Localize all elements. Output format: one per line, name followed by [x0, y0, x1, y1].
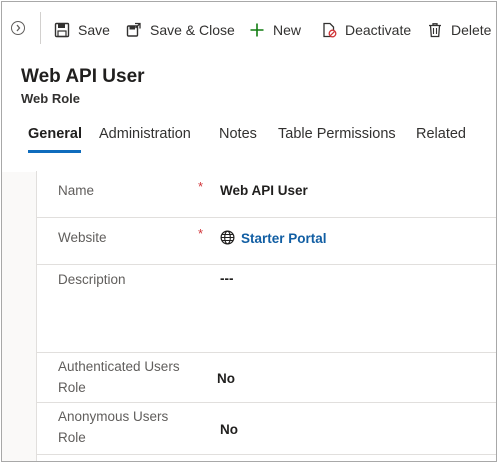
save-label: Save [78, 22, 110, 38]
general-section: Name * Web API User Website * Starter Po… [36, 171, 496, 461]
save-icon [54, 22, 70, 38]
globe-icon [220, 230, 235, 250]
authenticated-users-role-value[interactable]: No [217, 371, 235, 386]
chevron-right-icon [16, 24, 21, 32]
save-close-icon [126, 22, 142, 38]
description-input[interactable]: --- [220, 271, 234, 286]
required-indicator: * [198, 226, 204, 241]
tab-related[interactable]: Related [416, 126, 466, 142]
anonymous-users-role-row: Anonymous Users Role No [37, 402, 496, 455]
website-lookup-link[interactable]: Starter Portal [241, 231, 327, 246]
new-button[interactable]: New [249, 20, 301, 40]
name-input[interactable]: Web API User [220, 183, 308, 198]
authenticated-users-role-label: Authenticated Users Role [58, 359, 180, 395]
deactivate-icon [321, 22, 337, 38]
entity-type-label: Web Role [21, 91, 80, 106]
anonymous-users-role-label: Anonymous Users Role [58, 409, 169, 445]
website-field-row: Website * Starter Portal [37, 217, 496, 265]
save-button[interactable]: Save [54, 20, 110, 40]
description-label: Description [58, 272, 126, 287]
authenticated-users-role-row: Authenticated Users Role No [37, 352, 496, 403]
command-bar: Save Save & Close New Deactivate Delete [2, 2, 496, 55]
save-close-button[interactable]: Save & Close [126, 20, 235, 40]
tab-administration[interactable]: Administration [99, 126, 191, 142]
name-label: Name [58, 183, 95, 198]
website-label: Website [58, 230, 107, 245]
tab-table-permissions[interactable]: Table Permissions [278, 126, 396, 142]
required-indicator: * [198, 179, 204, 194]
name-field-row: Name * Web API User [37, 171, 496, 218]
plus-icon [249, 22, 265, 38]
toolbar-divider [40, 12, 41, 44]
expand-nav-button[interactable] [11, 21, 25, 35]
deactivate-label: Deactivate [345, 22, 412, 38]
active-tab-indicator [28, 150, 81, 153]
new-label: New [273, 22, 302, 38]
form-window: Save Save & Close New Deactivate Delete … [1, 1, 497, 462]
delete-button[interactable]: Delete [427, 20, 491, 40]
delete-label: Delete [451, 22, 492, 38]
description-field-row: Description --- [37, 264, 496, 353]
page-title: Web API User [21, 66, 145, 87]
save-close-label: Save & Close [150, 22, 235, 38]
anonymous-users-role-value[interactable]: No [220, 422, 238, 437]
tab-notes[interactable]: Notes [219, 126, 257, 142]
tab-general[interactable]: General [28, 126, 82, 142]
trash-icon [427, 22, 443, 38]
deactivate-button[interactable]: Deactivate [321, 20, 411, 40]
